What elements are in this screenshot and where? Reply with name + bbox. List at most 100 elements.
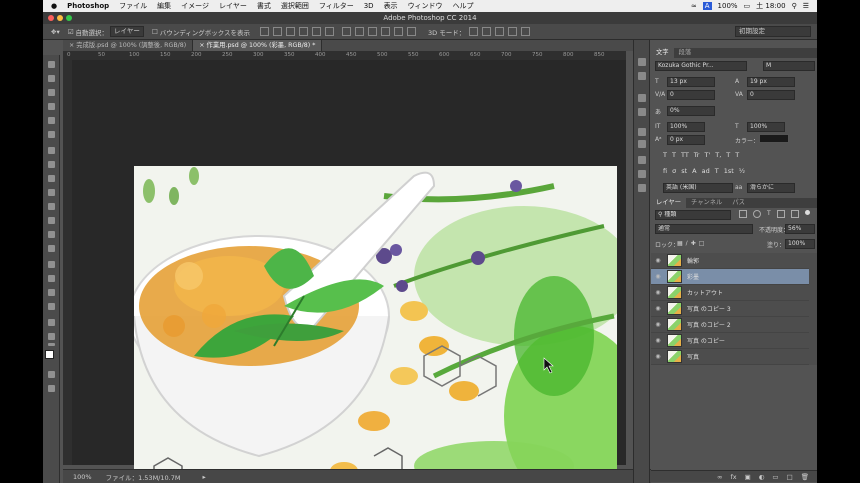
lasso-tool-icon[interactable] (48, 89, 55, 96)
eraser-tool-icon[interactable] (48, 203, 55, 210)
clone-stamp-tool-icon[interactable] (48, 175, 55, 182)
brush-panel-icon[interactable] (638, 128, 646, 136)
small-caps-button[interactable]: Tr (694, 151, 700, 160)
hand-tool-icon[interactable] (48, 319, 55, 326)
move-tool-preset-icon[interactable]: ✥▾ (51, 28, 60, 36)
brush-presets-icon[interactable] (638, 140, 646, 148)
visibility-eye-icon[interactable]: ◉ (653, 337, 663, 344)
text-color-swatch[interactable] (759, 134, 789, 143)
actions-panel-icon[interactable] (638, 72, 646, 80)
layer-row-photo-copy-2[interactable]: ◉ 写真 のコピー 2 (651, 317, 809, 333)
tab-close-icon[interactable]: × (199, 42, 206, 49)
link-icon[interactable]: ∞ (717, 473, 722, 481)
distribute-middle-icon[interactable] (355, 27, 365, 36)
menu-type[interactable]: 書式 (257, 1, 271, 11)
titling-alternates-button[interactable]: T (715, 167, 719, 176)
minimize-button[interactable] (57, 15, 63, 21)
status-menu-arrow-icon[interactable]: ▸ (202, 473, 205, 481)
3d-rotate-icon[interactable] (469, 27, 479, 36)
wifi-icon[interactable]: ≈ (691, 2, 697, 10)
fill-field[interactable]: 100% (785, 239, 815, 249)
mask-icon[interactable]: ▣ (745, 473, 751, 481)
zoom-level[interactable]: 100% (73, 473, 92, 481)
auto-select-checkbox[interactable]: ☑ (68, 28, 74, 36)
fractions-button[interactable]: ½ (739, 167, 745, 176)
baseline-field[interactable]: 0 px (667, 135, 705, 145)
visibility-eye-icon[interactable]: ◉ (653, 305, 663, 312)
3d-drag-icon[interactable] (495, 27, 505, 36)
align-center-icon[interactable] (312, 27, 322, 36)
pixel-filter-icon[interactable] (739, 210, 747, 218)
more-tools-icon[interactable] (48, 343, 55, 346)
properties-panel-icon[interactable] (638, 108, 646, 116)
swash-button[interactable]: A (692, 167, 696, 176)
workspace-dropdown[interactable]: 初期設定 (735, 26, 811, 37)
tracking-field[interactable]: 0 (747, 90, 795, 100)
visibility-eye-icon[interactable]: ◉ (653, 257, 663, 264)
document-image[interactable] (134, 166, 617, 483)
align-bottom-icon[interactable] (286, 27, 296, 36)
distribute-top-icon[interactable] (342, 27, 352, 36)
type-tool-icon[interactable] (48, 275, 55, 282)
battery-icon[interactable]: ▭ (744, 2, 751, 10)
canvas-workspace[interactable] (72, 60, 626, 483)
shape-tool-icon[interactable] (48, 303, 55, 310)
gradient-tool-icon[interactable] (48, 217, 55, 224)
history-panel-icon[interactable] (638, 58, 646, 66)
pen-tool-icon[interactable] (48, 261, 55, 268)
layer-row-photo-copy[interactable]: ◉ 写真 のコピー (651, 333, 809, 349)
quick-select-tool-icon[interactable] (48, 103, 55, 110)
auto-select-dropdown[interactable]: レイヤー (110, 26, 144, 37)
tab-layers[interactable]: レイヤー (651, 198, 686, 208)
language-select[interactable]: 英語 (米国) (663, 183, 733, 193)
tab-paragraph[interactable]: 段落 (674, 48, 697, 58)
styles-panel-icon[interactable] (638, 184, 646, 192)
vertical-ruler[interactable] (63, 60, 72, 465)
distribute-bottom-icon[interactable] (368, 27, 378, 36)
distribute-left-icon[interactable] (381, 27, 391, 36)
faux-italic-button[interactable]: T (672, 151, 676, 160)
tsume-field[interactable]: 0% (667, 106, 715, 116)
app-menu[interactable]: Photoshop (67, 2, 109, 10)
adjustment-icon[interactable]: ◐ (759, 473, 765, 481)
layer-row-outline[interactable]: ◉ 輪郭 (651, 253, 809, 269)
3d-roll-icon[interactable] (482, 27, 492, 36)
quick-mask-icon[interactable] (48, 371, 55, 378)
menu-select[interactable]: 選択範囲 (281, 1, 309, 11)
list-icon[interactable]: ☰ (803, 2, 809, 10)
antialias-select[interactable]: 滑らかに (747, 183, 795, 193)
3d-scale-icon[interactable] (521, 27, 531, 36)
blur-tool-icon[interactable] (48, 231, 55, 238)
visibility-eye-icon[interactable]: ◉ (653, 289, 663, 296)
layer-row-photo[interactable]: ◉ 写真 (651, 349, 809, 365)
subscript-button[interactable]: T, (715, 151, 721, 160)
clock[interactable]: 土 18:00 (756, 1, 785, 11)
align-right-icon[interactable] (325, 27, 335, 36)
horizontal-ruler[interactable]: 0 50 100 150 200 250 300 350 400 450 500 550 600 650 7… (63, 51, 626, 60)
menu-image[interactable]: イメージ (181, 1, 209, 11)
stylistic-alternates-button[interactable]: ad (702, 167, 710, 176)
adjustment-filter-icon[interactable] (753, 210, 761, 218)
all-caps-button[interactable]: TT (681, 151, 689, 160)
marquee-tool-icon[interactable] (48, 75, 55, 82)
menu-layer[interactable]: レイヤー (219, 1, 247, 11)
tab-completed-doc[interactable]: × 完成版.psd @ 100% (調整後, RGB/8) (63, 40, 194, 51)
opacity-field[interactable]: 56% (785, 224, 815, 234)
layer-row-saiboku[interactable]: ◉ 彩墨 (651, 269, 809, 285)
ime-indicator[interactable]: A (702, 2, 712, 10)
tab-paths[interactable]: パス (727, 198, 750, 208)
folder-icon[interactable]: ▭ (772, 473, 778, 481)
layer-row-cutout[interactable]: ◉ カットアウト (651, 285, 809, 301)
underline-button[interactable]: T (726, 151, 730, 160)
superscript-button[interactable]: T' (704, 151, 710, 160)
visibility-eye-icon[interactable]: ◉ (653, 321, 663, 328)
visibility-eye-icon[interactable]: ◉ (653, 353, 663, 360)
adjustments-panel-icon[interactable] (638, 94, 646, 102)
lock-buttons[interactable]: ▦∕✚□ (677, 240, 707, 247)
zoom-button[interactable] (66, 15, 72, 21)
vertical-scale-field[interactable]: 100% (667, 122, 705, 132)
align-left-icon[interactable] (299, 27, 309, 36)
healing-brush-tool-icon[interactable] (48, 147, 55, 154)
faux-bold-button[interactable]: T (663, 151, 667, 160)
distribute-right-icon[interactable] (407, 27, 417, 36)
